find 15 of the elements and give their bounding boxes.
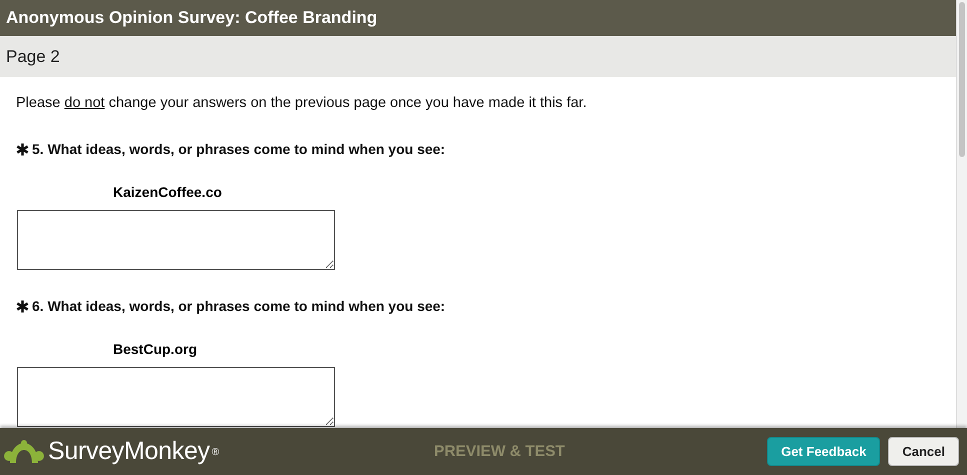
subject-label: KaizenCoffee.co	[113, 184, 223, 200]
registered-mark: ®	[212, 447, 220, 458]
cancel-button[interactable]: Cancel	[888, 437, 959, 466]
brand-name: SurveyMonkey	[48, 437, 210, 466]
scrollbar-thumb[interactable]	[959, 2, 965, 157]
answer-box[interactable]	[17, 367, 335, 427]
survey-title: Anonymous Opinion Survey: Coffee Branding	[6, 8, 378, 28]
answer-box[interactable]	[17, 210, 335, 270]
monkey-logo-icon	[4, 438, 44, 464]
question-text: 5. What ideas, words, or phrases come to mind when you see:	[32, 141, 446, 157]
question-text: 6. What ideas, words, or phrases come to mind when you see:	[32, 298, 446, 314]
intro-text: Please do not change your answers on the previous page once you have made it this far.	[16, 95, 588, 111]
mode-label: PREVIEW & TEST	[434, 442, 566, 460]
subject-label: BestCup.org	[113, 341, 198, 357]
page-title: Page 2	[6, 46, 60, 66]
